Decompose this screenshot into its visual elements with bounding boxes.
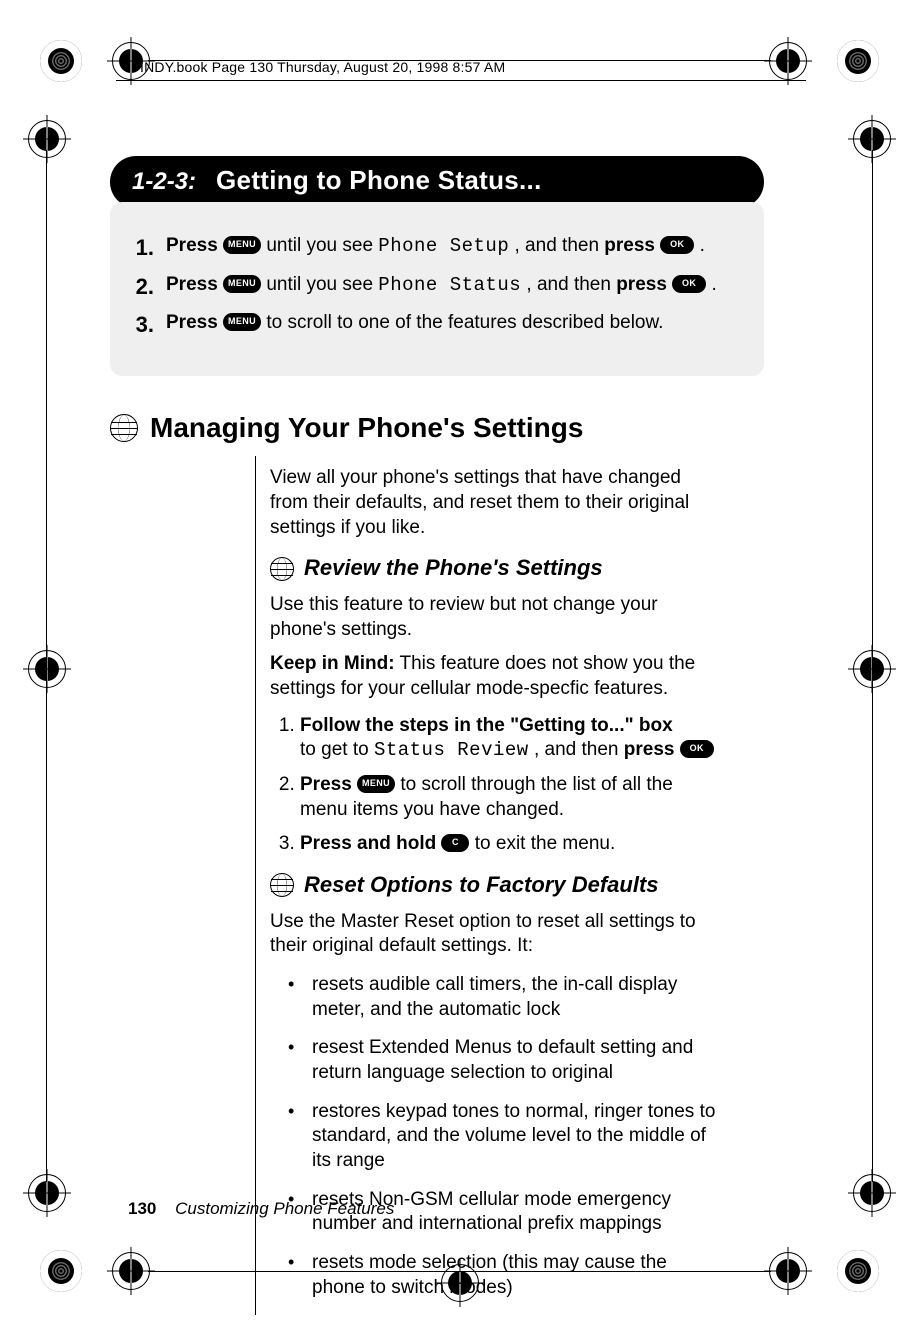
ok-key-icon: OK <box>660 236 694 254</box>
print-ornament <box>837 40 879 82</box>
step-label: Press <box>300 774 357 795</box>
print-ornament <box>837 1250 879 1292</box>
c-key-icon: C <box>441 834 469 852</box>
section-title-text: Managing Your Phone's Settings <box>150 410 583 446</box>
step-text: , and then <box>534 739 624 760</box>
step-3: 3. Press MENU to scroll to one of the fe… <box>128 311 746 340</box>
step-label: Follow the steps in the "Getting to..." … <box>300 715 673 736</box>
menu-key-icon: MENU <box>357 775 395 793</box>
step-text: Press <box>166 274 223 295</box>
registration-mark <box>28 1174 66 1212</box>
globe-icon <box>110 414 138 442</box>
step-text: until you see <box>266 235 378 256</box>
step-text: . <box>711 274 716 295</box>
inner-step-3: Press and hold C to exit the menu. <box>300 832 720 857</box>
banner-tag: 1-2-3: <box>132 166 196 197</box>
menu-key-icon: MENU <box>223 236 261 254</box>
body-text: Use this feature to review but not chang… <box>270 593 720 642</box>
lcd-text: Status Review <box>374 739 529 761</box>
bullet-item: resets audible call timers, the in-call … <box>288 973 720 1022</box>
print-ornament <box>40 40 82 82</box>
step-number: 3. <box>128 311 154 340</box>
crop-line <box>872 150 873 1182</box>
step-text: , and then <box>515 235 605 256</box>
step-text: Press <box>166 235 223 256</box>
bullet-item: resets mode selection (this may cause th… <box>288 1251 720 1300</box>
step-text: press <box>624 739 680 760</box>
ok-key-icon: OK <box>680 740 714 758</box>
steps-box: 1. Press MENU until you see Phone Setup … <box>110 202 764 376</box>
keep-in-mind: Keep in Mind: This feature does not show… <box>270 652 720 701</box>
step-text: to scroll to one of the features describ… <box>266 312 663 333</box>
banner-title: Getting to Phone Status... <box>216 164 542 198</box>
inner-step-1: Follow the steps in the "Getting to..." … <box>300 714 720 763</box>
section-heading: Managing Your Phone's Settings <box>110 410 810 446</box>
step-text: press <box>616 274 672 295</box>
getting-to-banner: 1-2-3: Getting to Phone Status... <box>110 156 764 208</box>
crop-line <box>46 150 47 1182</box>
globe-icon <box>270 557 294 581</box>
bullet-item: restores keypad tones to normal, ringer … <box>288 1100 720 1174</box>
step-text: to exit the menu. <box>475 833 615 854</box>
bullet-list: resets audible call timers, the in-call … <box>288 973 720 1301</box>
subsection-title-text: Review the Phone's Settings <box>304 554 603 583</box>
running-head: INDY.book Page 130 Thursday, August 20, … <box>140 58 810 76</box>
page-footer: 130 Customizing Phone Features <box>128 1198 394 1220</box>
ok-key-icon: OK <box>672 275 706 293</box>
menu-key-icon: MENU <box>223 275 261 293</box>
print-ornament <box>40 1250 82 1292</box>
subsection-heading: Review the Phone's Settings <box>270 554 720 583</box>
registration-mark <box>28 650 66 688</box>
step-label: Press and hold <box>300 833 441 854</box>
step-number: 2. <box>128 273 154 302</box>
subsection-heading: Reset Options to Factory Defaults <box>270 871 720 900</box>
menu-key-icon: MENU <box>223 313 261 331</box>
inner-step-2: Press MENU to scroll through the list of… <box>300 773 720 822</box>
chapter-title: Customizing Phone Features <box>175 1199 394 1218</box>
step-2: 2. Press MENU until you see Phone Status… <box>128 273 746 302</box>
bullet-item: resest Extended Menus to default setting… <box>288 1036 720 1085</box>
intro-paragraph: View all your phone's settings that have… <box>270 466 720 540</box>
page-number: 130 <box>128 1199 156 1218</box>
step-text: until you see <box>266 274 378 295</box>
step-number: 1. <box>128 234 154 263</box>
lcd-text: Phone Status <box>378 274 521 296</box>
step-text: . <box>700 235 705 256</box>
subsection-title-text: Reset Options to Factory Defaults <box>304 871 659 900</box>
step-text: press <box>604 235 660 256</box>
step-1: 1. Press MENU until you see Phone Setup … <box>128 234 746 263</box>
globe-icon <box>270 873 294 897</box>
step-text: Press <box>166 312 223 333</box>
lcd-text: Phone Setup <box>378 235 509 257</box>
step-text: , and then <box>526 274 616 295</box>
keep-label: Keep in Mind: <box>270 653 395 674</box>
step-text: to get to <box>300 739 374 760</box>
registration-mark <box>28 120 66 158</box>
vertical-rule <box>255 456 256 1314</box>
body-text: Use the Master Reset option to reset all… <box>270 910 720 959</box>
